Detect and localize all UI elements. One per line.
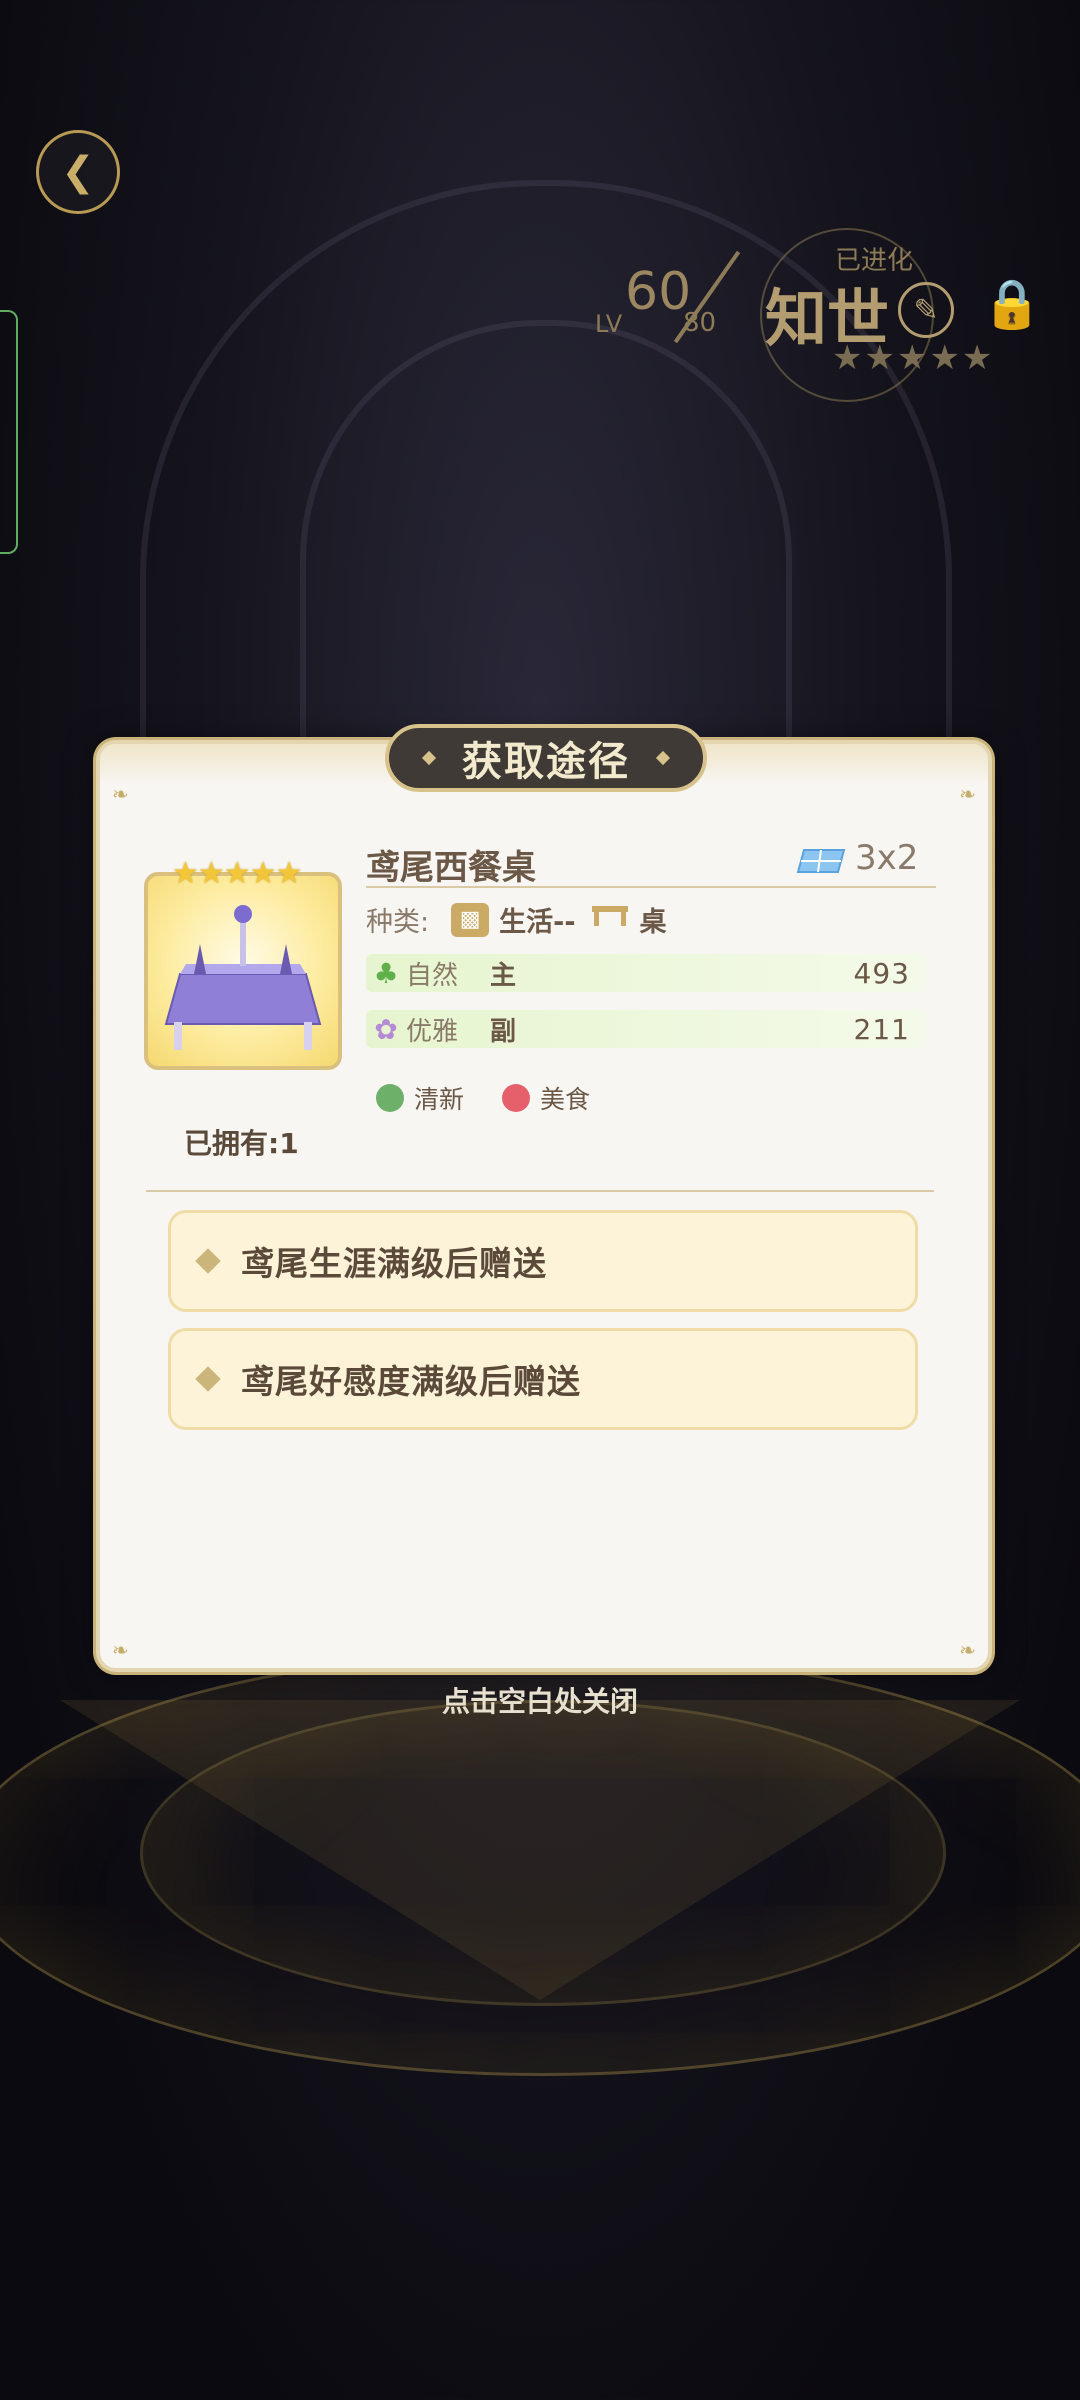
- background-magic-circle-inner: [140, 1700, 946, 2006]
- dialog-title-plaque: 获取途径: [385, 724, 707, 792]
- tag-item: 美食: [502, 1080, 590, 1116]
- source-label: 鸢尾生涯满级后赠送: [241, 1244, 547, 1283]
- corner-ornament-icon: ❧: [959, 782, 976, 806]
- source-item[interactable]: 鸢尾好感度满级后赠送: [168, 1328, 918, 1430]
- style-tags: 清新 美食: [376, 1080, 590, 1116]
- section-divider: [146, 1190, 934, 1192]
- item-stars: ★★★★★: [172, 856, 302, 891]
- tag-label: 清新: [414, 1085, 465, 1114]
- corner-ornament-icon: ❧: [112, 1638, 129, 1662]
- close-hint[interactable]: 点击空白处关闭: [0, 1680, 1080, 1720]
- corner-ornament-icon: ❧: [959, 1638, 976, 1662]
- grid-size-icon: [796, 849, 846, 873]
- level-label: LV: [595, 310, 623, 338]
- edit-icon[interactable]: ✎: [898, 282, 954, 338]
- living-category-icon: ▩: [451, 902, 490, 937]
- dining-table-icon: [164, 905, 322, 1050]
- name-underline: [366, 886, 936, 888]
- dialog-title: 获取途径: [462, 739, 630, 785]
- leaf-swirl-icon: [376, 1084, 404, 1112]
- type-row: 种类: ▩ 生活-- 桌: [366, 900, 667, 939]
- attribute-role: 副: [490, 1016, 517, 1047]
- food-icon: [502, 1084, 531, 1112]
- corner-ornament-icon: ❧: [112, 782, 129, 806]
- attribute-name: 优雅: [406, 1016, 459, 1047]
- swan-icon: ✿: [374, 1012, 398, 1046]
- type-label: 种类:: [366, 907, 430, 938]
- acquisition-dialog: ❧ ❧ ❧ ❧ 获取途径 ★★★★★ 已拥有:1 鸢尾西餐桌 3x2 种类: ▩…: [96, 724, 992, 1672]
- diamond-bullet-icon: [195, 1366, 221, 1392]
- attribute-row: ♣ 自然 主 493: [366, 954, 926, 992]
- type-category: 生活--: [499, 907, 576, 938]
- winged-back-icon: ❮: [61, 149, 95, 195]
- title-dot-icon: [421, 750, 437, 766]
- attribute-name: 自然: [406, 960, 459, 991]
- item-size: 3x2: [855, 838, 919, 878]
- attribute-row: ✿ 优雅 副 211: [366, 1010, 926, 1048]
- title-dot-icon: [655, 750, 671, 766]
- source-item[interactable]: 鸢尾生涯满级后赠送: [168, 1210, 918, 1312]
- tag-label: 美食: [540, 1085, 591, 1114]
- item-thumbnail: [144, 872, 342, 1070]
- type-sub: 桌: [639, 907, 667, 938]
- left-edge-tab[interactable]: [0, 310, 18, 554]
- tag-item: 清新: [376, 1080, 464, 1116]
- attribute-role: 主: [490, 960, 517, 991]
- character-stars: ★★★★★: [832, 338, 995, 378]
- level-current: 60: [625, 262, 692, 322]
- attribute-value: 493: [853, 956, 910, 990]
- item-name: 鸢尾西餐桌: [366, 848, 536, 888]
- table-category-icon: [591, 905, 628, 934]
- level-max: 80: [683, 308, 717, 338]
- clover-icon: ♣: [373, 956, 399, 990]
- diamond-bullet-icon: [195, 1248, 221, 1274]
- owned-count: 已拥有:1: [184, 1127, 299, 1160]
- attribute-value: 211: [853, 1012, 910, 1046]
- lock-icon[interactable]: 🔒: [982, 275, 1042, 332]
- back-button[interactable]: ❮: [36, 130, 120, 214]
- source-label: 鸢尾好感度满级后赠送: [241, 1362, 581, 1401]
